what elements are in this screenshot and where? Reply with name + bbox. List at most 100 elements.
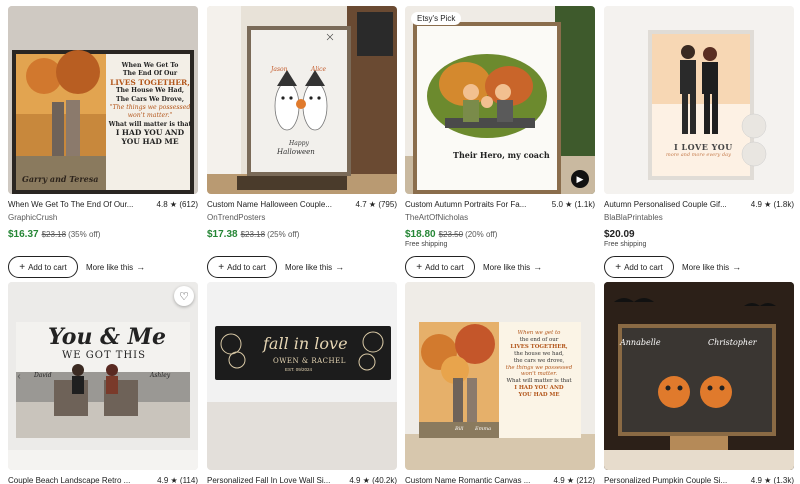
product-image[interactable]: fall in love OWEN & RACHEL EST. 09/2024 <box>207 282 397 470</box>
review-count: (40.2k) <box>372 476 397 484</box>
image-line-3: EST. 09/2024 <box>285 367 313 372</box>
product-card[interactable]: You & Me WE GOT THIS David Ashley ♡ ‹ Co… <box>8 282 198 484</box>
add-to-cart-button[interactable]: + Add to cart <box>8 256 78 278</box>
image-caption-2: Halloween <box>277 148 315 156</box>
rating: 4.7 ★ (795) <box>356 198 397 212</box>
product-image[interactable]: When We Get To The End Of Our LIVES TOGE… <box>8 6 198 194</box>
add-to-cart-label: Add to cart <box>624 262 663 272</box>
image-name-1: David <box>34 372 52 379</box>
product-title[interactable]: Personalized Pumpkin Couple Si... <box>604 474 742 484</box>
shop-name[interactable]: GraphicCrush <box>8 212 57 224</box>
add-to-cart-label: Add to cart <box>227 262 266 272</box>
original-price: $23.50 <box>438 230 464 239</box>
product-image[interactable]: When we get to the end of our LIVES TOGE… <box>405 282 595 470</box>
rating: 4.8 ★ (612) <box>157 198 198 212</box>
image-quote: When we get to the end of our LIVES TOGE… <box>499 330 579 399</box>
title-row: When We Get To The End Of Our... 4.8 ★ (… <box>8 198 198 212</box>
price-row: $18.80 $23.50 (20% off) <box>405 226 497 242</box>
sale-price: $16.37 <box>8 229 39 240</box>
quote-line: When we get to <box>517 330 561 336</box>
free-shipping-label: Free shipping <box>604 241 647 248</box>
more-like-this-link[interactable]: More like this → <box>86 262 145 272</box>
image-name-1: Bill <box>455 426 464 432</box>
free-shipping-label: Free shipping <box>405 241 448 248</box>
product-image-art <box>207 6 397 194</box>
review-count: (114) <box>179 476 198 484</box>
product-title[interactable]: Personalized Fall In Love Wall Si... <box>207 474 345 484</box>
rating-value: 5.0 <box>551 200 563 209</box>
sale-price: $18.80 <box>405 229 436 240</box>
rating: 4.9 ★ (1.8k) <box>751 198 794 212</box>
more-like-this-label: More like this <box>86 263 134 272</box>
product-card[interactable]: I LOVE YOU more and more every day Autum… <box>604 6 794 278</box>
product-title[interactable]: Custom Name Romantic Canvas ... <box>405 474 543 484</box>
product-title[interactable]: Custom Name Halloween Couple... <box>207 198 345 212</box>
product-image[interactable]: Annabelle Christopher <box>604 282 794 470</box>
title-row: Personalized Pumpkin Couple Si... 4.9 ★ … <box>604 474 794 484</box>
plus-icon: + <box>19 261 26 273</box>
product-card[interactable]: Etsy's Pick Their Hero, my coach ▶ Custo… <box>405 6 595 278</box>
product-title[interactable]: Custom Autumn Portraits For Fa... <box>405 198 543 212</box>
rating-value: 4.9 <box>553 476 565 484</box>
quote-line: the things we possessed <box>505 364 573 371</box>
quote-line: I HAD YOU AND <box>514 385 564 392</box>
shop-name[interactable]: OnTrendPosters <box>207 212 265 224</box>
chevron-left-icon[interactable]: ‹ <box>12 368 26 384</box>
image-name-2: Emma <box>475 426 492 432</box>
product-image[interactable]: Jason Alice Happy Halloween <box>207 6 397 194</box>
product-card[interactable]: When We Get To The End Of Our LIVES TOGE… <box>8 6 198 278</box>
plus-icon: + <box>416 261 423 273</box>
rating-value: 4.8 <box>156 200 168 209</box>
product-title[interactable]: When We Get To The End Of Our... <box>8 198 146 212</box>
image-name-1: Annabelle <box>620 338 661 347</box>
price-row: $17.38 $23.18 (25% off) <box>207 226 299 242</box>
quote-line: won't matter." <box>127 112 173 120</box>
image-names: Garry and Teresa <box>22 174 99 184</box>
plus-icon: + <box>218 261 225 273</box>
product-image[interactable]: You & Me WE GOT THIS David Ashley ♡ ‹ <box>8 282 198 470</box>
product-card[interactable]: Jason Alice Happy Halloween Custom Name … <box>207 6 397 278</box>
favorite-heart-icon[interactable]: ♡ <box>174 286 194 306</box>
more-like-this-link[interactable]: More like this → <box>285 262 344 272</box>
star-icon: ★ <box>764 200 772 209</box>
product-image[interactable]: Etsy's Pick Their Hero, my coach ▶ <box>405 6 595 194</box>
image-name-2: Alice <box>311 66 327 73</box>
plus-icon: + <box>615 261 622 273</box>
play-video-icon[interactable]: ▶ <box>571 170 589 188</box>
add-to-cart-button[interactable]: + Add to cart <box>604 256 674 278</box>
quote-line: the house we had, <box>514 350 564 357</box>
rating: 4.9 ★ (114) <box>157 474 198 484</box>
image-line-2: OWEN & RACHEL <box>273 357 346 365</box>
price-row: $20.09 <box>604 226 635 242</box>
product-card[interactable]: When we get to the end of our LIVES TOGE… <box>405 282 595 484</box>
add-to-cart-button[interactable]: + Add to cart <box>405 256 475 278</box>
arrow-right-icon: → <box>533 262 543 272</box>
more-like-this-link[interactable]: More like this → <box>483 262 542 272</box>
quote-line: What will matter is that <box>506 378 572 385</box>
image-name-2: Ashley <box>150 372 171 379</box>
star-icon: ★ <box>368 200 377 209</box>
more-like-this-label: More like this <box>483 263 531 272</box>
more-like-this-link[interactable]: More like this → <box>682 262 741 272</box>
product-image[interactable]: I LOVE YOU more and more every day <box>604 6 794 194</box>
product-image-art <box>405 6 595 194</box>
quote-line: the end of our <box>519 336 559 343</box>
product-title[interactable]: Couple Beach Landscape Retro ... <box>8 474 146 484</box>
discount: (20% off) <box>465 230 498 239</box>
add-to-cart-button[interactable]: + Add to cart <box>207 256 277 278</box>
product-card[interactable]: Annabelle Christopher Personalized Pumpk… <box>604 282 794 484</box>
star-icon: ★ <box>170 476 178 484</box>
rating-value: 4.9 <box>750 476 762 484</box>
shop-name[interactable]: TheArtOfNicholas <box>405 212 468 224</box>
image-line-1: I LOVE YOU <box>674 142 733 152</box>
image-caption: Their Hero, my coach <box>453 150 550 160</box>
product-title[interactable]: Autumn Personalised Couple Gif... <box>604 198 742 212</box>
title-row: Couple Beach Landscape Retro ... 4.9 ★ (… <box>8 474 198 484</box>
star-icon: ★ <box>169 200 178 209</box>
shop-name[interactable]: BlaBlaPrintables <box>604 212 663 224</box>
rating-value: 4.9 <box>750 200 762 209</box>
rating: 5.0 ★ (1.1k) <box>552 198 595 212</box>
star-icon: ★ <box>565 200 573 209</box>
product-card[interactable]: fall in love OWEN & RACHEL EST. 09/2024 … <box>207 282 397 484</box>
review-count: (612) <box>179 200 198 209</box>
